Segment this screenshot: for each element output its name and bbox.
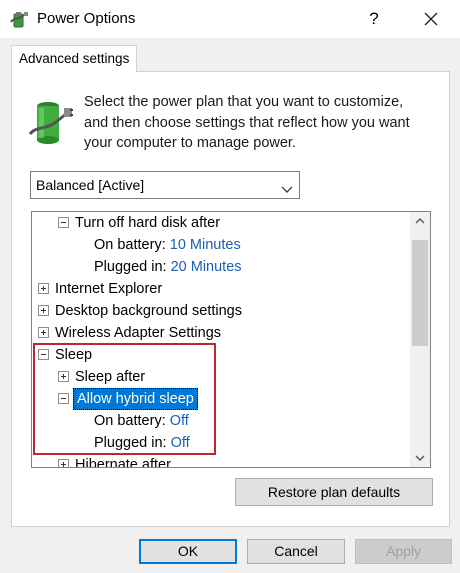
expand-icon[interactable]: [38, 283, 49, 294]
tree-item-hybrid-on-battery[interactable]: On battery: Off: [94, 410, 189, 432]
setting-value[interactable]: Off: [170, 413, 189, 429]
setting-value[interactable]: 10 Minutes: [170, 237, 241, 253]
tree-item-label: Turn off hard disk after: [75, 215, 221, 231]
restore-plan-defaults-button[interactable]: Restore plan defaults: [235, 478, 433, 506]
setting-label: On battery:: [94, 237, 170, 253]
cancel-button[interactable]: Cancel: [247, 539, 345, 564]
scroll-thumb[interactable]: [412, 240, 428, 346]
close-icon: [424, 12, 438, 26]
title-bar: Power Options ?: [0, 0, 460, 38]
close-button[interactable]: [414, 5, 448, 33]
tree-item-hard-disk-plugged-in[interactable]: Plugged in: 20 Minutes: [94, 256, 242, 278]
setting-value[interactable]: Off: [171, 435, 190, 451]
intro-text: Select the power plan that you want to c…: [84, 92, 444, 154]
battery-plug-icon: [26, 96, 74, 148]
tree-item-label: Hibernate after: [75, 457, 171, 467]
tree-item-label: Internet Explorer: [55, 281, 163, 297]
tree-item-label: Desktop background settings: [55, 303, 242, 319]
tree-scrollbar[interactable]: [410, 212, 430, 467]
setting-value[interactable]: 20 Minutes: [171, 259, 242, 275]
tree-item-label: Sleep after: [75, 369, 146, 385]
power-options-app-icon: [9, 9, 29, 29]
collapse-icon[interactable]: [58, 393, 69, 404]
window-title: Power Options: [37, 10, 136, 27]
apply-button[interactable]: Apply: [355, 539, 452, 564]
power-options-window: Power Options ? Advanced settings Select…: [0, 0, 460, 573]
settings-tree-content: Turn off hard disk after On battery: 10 …: [32, 212, 410, 467]
tab-advanced-settings[interactable]: Advanced settings: [11, 45, 137, 72]
help-button[interactable]: ?: [360, 6, 388, 32]
tree-item-label-selected: Allow hybrid sleep: [73, 388, 198, 410]
chevron-down-icon: [415, 455, 425, 461]
scroll-down-button[interactable]: [410, 449, 430, 467]
expand-icon[interactable]: [38, 305, 49, 316]
setting-label: On battery:: [94, 413, 170, 429]
setting-label: Plugged in:: [94, 259, 171, 275]
chevron-up-icon: [415, 218, 425, 224]
collapse-icon[interactable]: [58, 217, 69, 228]
chevron-down-icon: [281, 181, 293, 193]
tree-item-label: Wireless Adapter Settings: [55, 325, 222, 341]
ok-button[interactable]: OK: [139, 539, 237, 564]
collapse-icon[interactable]: [38, 349, 49, 360]
tree-item-hybrid-plugged-in[interactable]: Plugged in: Off: [94, 432, 190, 454]
scroll-up-button[interactable]: [410, 212, 430, 230]
power-plan-selected-value: Balanced [Active]: [36, 177, 145, 193]
setting-label: Plugged in:: [94, 435, 171, 451]
tree-item-hard-disk-on-battery[interactable]: On battery: 10 Minutes: [94, 234, 241, 256]
expand-icon[interactable]: [38, 327, 49, 338]
expand-icon[interactable]: [58, 459, 69, 467]
settings-tree[interactable]: Turn off hard disk after On battery: 10 …: [31, 211, 431, 468]
power-plan-select[interactable]: Balanced [Active]: [30, 171, 300, 199]
intro-line-1: Select the power plan that you want to c…: [84, 94, 404, 110]
tree-item-label: Sleep: [55, 347, 93, 363]
expand-icon[interactable]: [58, 371, 69, 382]
intro-line-2: and then choose settings that reflect ho…: [84, 114, 410, 131]
intro-line-3: your computer to manage power.: [84, 135, 296, 151]
